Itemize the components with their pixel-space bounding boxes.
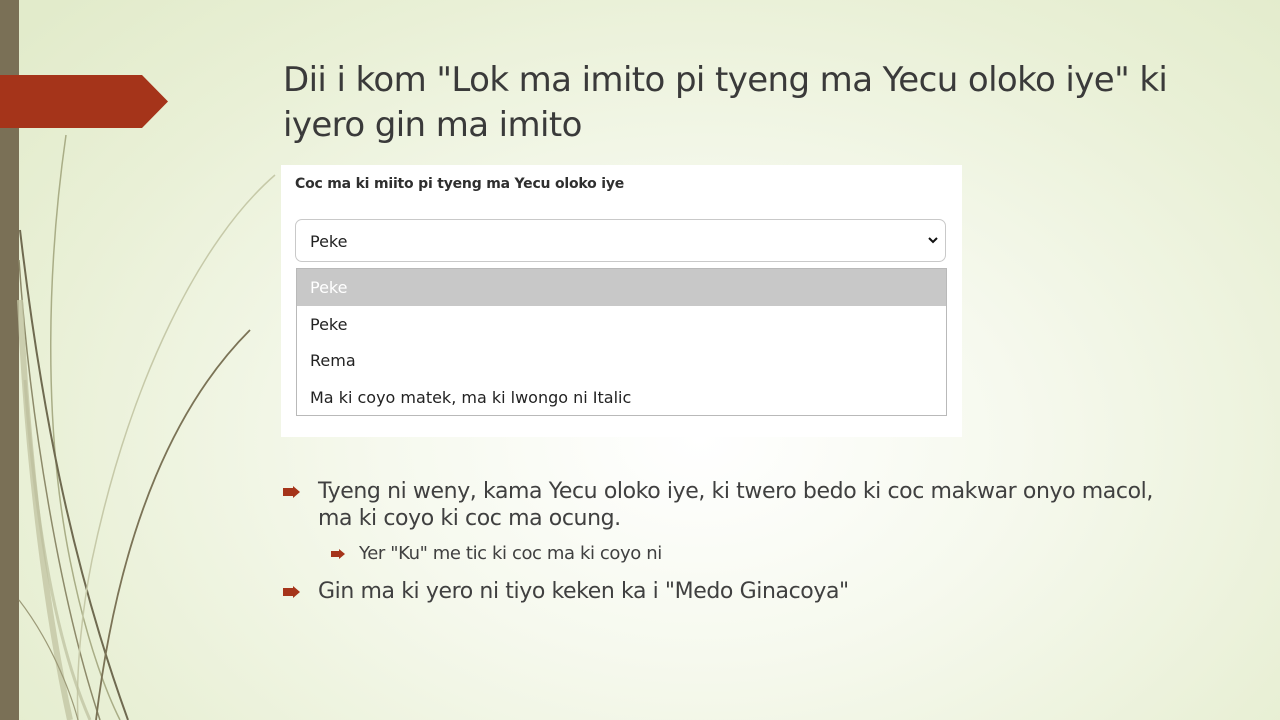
- dropdown-option[interactable]: Peke: [297, 306, 946, 343]
- select-dropdown[interactable]: Peke: [295, 219, 946, 262]
- arrow-bullet-icon: [283, 586, 300, 598]
- slide-title: Dii i kom "Lok ma imito pi tyeng ma Yecu…: [283, 60, 1168, 145]
- bullet-item: Tyeng ni weny, kama Yecu oloko iye, ki t…: [283, 478, 1183, 534]
- bullet-item: Gin ma ki yero ni tiyo keken ka i "Medo …: [283, 578, 1183, 608]
- dropdown-option[interactable]: Peke: [297, 269, 946, 306]
- field-label: Coc ma ki miito pi tyeng ma Yecu oloko i…: [295, 176, 625, 192]
- bullet-text: Gin ma ki yero ni tiyo keken ka i "Medo …: [318, 579, 849, 604]
- bullet-text: Yer "Ku" me tic ki coc ma ki coyo ni: [359, 543, 662, 564]
- arrow-bullet-icon: [283, 486, 300, 498]
- sub-bullet-item: Yer "Ku" me tic ki coc ma ki coyo ni: [331, 543, 1031, 567]
- title-arrow-tab: [0, 75, 168, 128]
- chevron-down-icon: [928, 237, 938, 244]
- dropdown-option[interactable]: Ma ki coyo matek, ma ki lwongo ni Italic: [297, 379, 946, 416]
- dropdown-option[interactable]: Rema: [297, 342, 946, 379]
- dropdown-options-list: Peke Peke Rema Ma ki coyo matek, ma ki l…: [296, 268, 947, 416]
- select-current-value: Peke: [310, 232, 348, 251]
- form-screenshot-card: Coc ma ki miito pi tyeng ma Yecu oloko i…: [281, 165, 962, 437]
- bullet-text: Tyeng ni weny, kama Yecu oloko iye, ki t…: [318, 479, 1153, 531]
- arrow-bullet-icon: [331, 549, 345, 559]
